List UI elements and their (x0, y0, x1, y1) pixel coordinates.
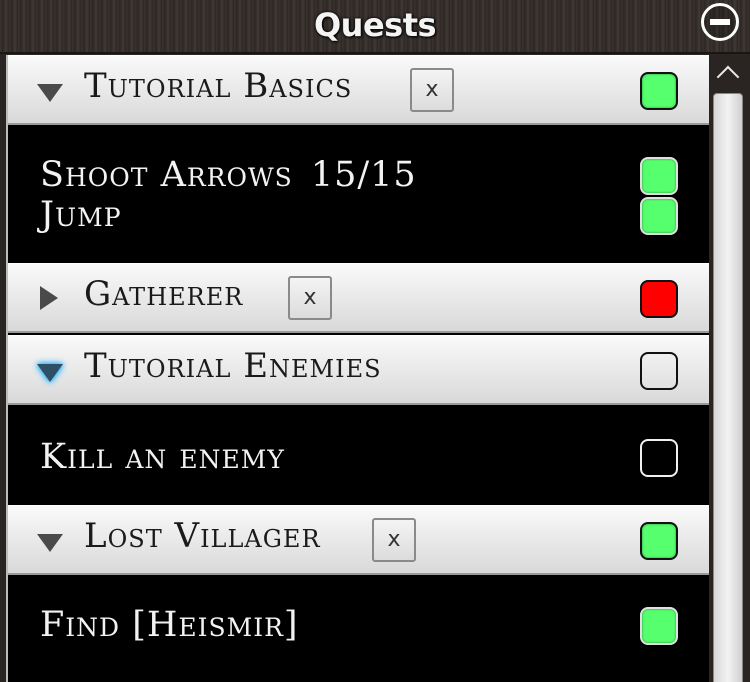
objective-progress: 15/15 (310, 155, 417, 195)
quest-window: Quests Tutorial Basics x Shoot Arrows 15/… (0, 0, 750, 682)
scroll-thumb[interactable] (713, 93, 743, 682)
objective-item: Find [Heismir] (40, 605, 299, 645)
quest-status-indicator (640, 522, 678, 560)
objective-item: Kill an enemy (40, 437, 285, 477)
quest-title: Gatherer (84, 274, 244, 314)
scrollbar[interactable] (709, 55, 750, 682)
remove-quest-button[interactable]: x (410, 68, 454, 112)
quest-title: Tutorial Enemies (84, 346, 382, 386)
window-title: Quests (313, 6, 437, 44)
expand-arrow-icon[interactable] (37, 84, 63, 102)
expand-arrow-icon[interactable] (37, 534, 63, 552)
quest-objectives: Shoot Arrows 15/15 Jump (8, 125, 709, 263)
objective-status-indicator (640, 157, 678, 195)
objective-text: Shoot Arrows (40, 155, 293, 195)
objective-item: Jump (40, 195, 122, 235)
quest-objectives: Kill an enemy (8, 407, 709, 505)
title-bar[interactable]: Quests (0, 0, 750, 54)
quest-status-indicator (640, 72, 678, 110)
quest-header-gatherer[interactable]: Gatherer x (8, 263, 709, 333)
objective-text: Jump (40, 195, 122, 235)
quest-objectives: Find [Heismir] (8, 577, 709, 675)
quest-list: Tutorial Basics x Shoot Arrows 15/15 Jump… (6, 55, 709, 682)
objective-status-indicator (640, 197, 678, 235)
objective-text: Find [Heismir] (40, 605, 299, 645)
remove-quest-button[interactable]: x (288, 276, 332, 320)
expand-arrow-icon[interactable] (37, 364, 63, 382)
quest-status-indicator (640, 280, 678, 318)
objective-item: Shoot Arrows 15/15 (40, 155, 417, 195)
quest-header-tutorial-enemies[interactable]: Tutorial Enemies (8, 335, 709, 405)
quest-header-lost-villager[interactable]: Lost Villager x (8, 505, 709, 575)
quest-header-tutorial-basics[interactable]: Tutorial Basics x (8, 55, 709, 125)
quest-title: Lost Villager (84, 516, 321, 556)
chevron-up-icon[interactable] (714, 61, 744, 89)
objective-text: Kill an enemy (40, 437, 285, 477)
collapse-arrow-icon[interactable] (40, 286, 58, 310)
quest-status-indicator (640, 352, 678, 390)
minus-circle-icon[interactable] (701, 3, 739, 41)
objective-status-indicator (640, 607, 678, 645)
remove-quest-button[interactable]: x (372, 518, 416, 562)
quest-title: Tutorial Basics (84, 66, 353, 106)
objective-status-indicator (640, 439, 678, 477)
